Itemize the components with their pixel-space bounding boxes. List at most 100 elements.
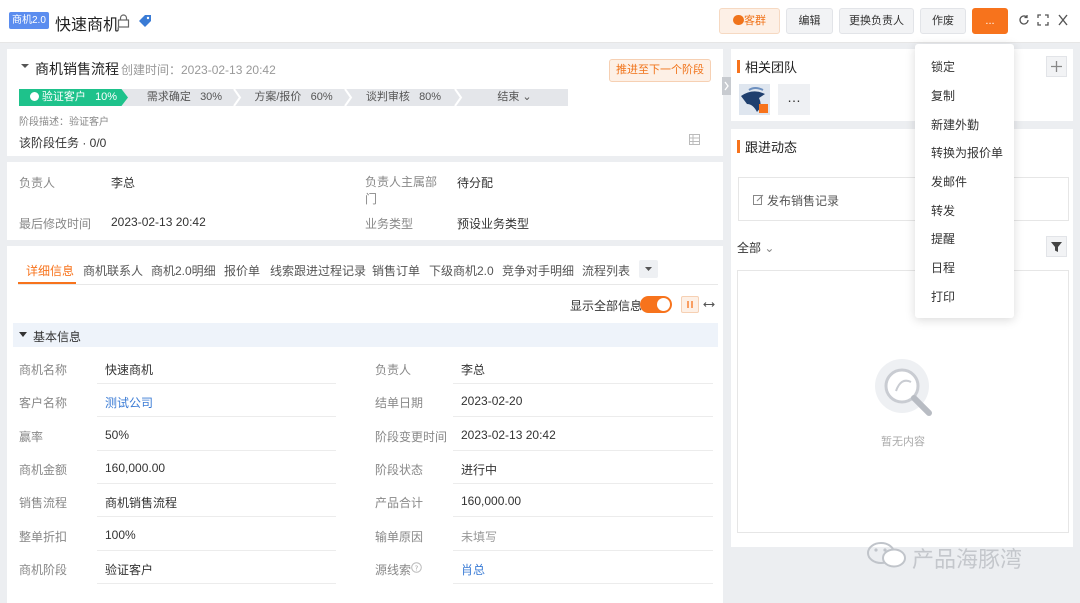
menu-item-lock[interactable]: 锁定 xyxy=(931,58,955,75)
source-lead-link[interactable]: 肖总 xyxy=(461,561,485,578)
collapse-right-icon[interactable] xyxy=(722,77,731,95)
activity-filter[interactable]: 全部 ⌄ xyxy=(737,239,774,256)
caret-down-icon xyxy=(19,332,27,337)
plus-icon xyxy=(1051,61,1062,72)
field-label: 整单折扣 xyxy=(19,530,68,544)
menu-item-copy[interactable]: 复制 xyxy=(931,87,955,104)
field-label: 商机阶段 xyxy=(19,563,68,577)
tab-detail-lines[interactable]: 商机2.0明细 xyxy=(151,262,216,279)
grid-icon[interactable] xyxy=(689,134,700,145)
toggle-knob xyxy=(657,298,670,311)
field-label: 赢率 xyxy=(19,430,44,444)
page-title: 快速商机 xyxy=(55,17,120,34)
menu-item-remind[interactable]: 提醒 xyxy=(931,230,955,247)
menu-item-convert-quote[interactable]: 转换为报价单 xyxy=(931,144,1003,161)
field-label: 商机名称 xyxy=(19,363,68,377)
menu-item-email[interactable]: 发邮件 xyxy=(931,173,967,190)
activity-empty-area: 暂无内容 xyxy=(737,270,1069,533)
avatar[interactable] xyxy=(739,84,770,115)
dept-value: 待分配 xyxy=(457,176,494,190)
biz-type-label: 业务类型 xyxy=(365,217,414,231)
publish-record-box[interactable]: 发布销售记录 xyxy=(738,177,1069,221)
fullscreen-icon[interactable] xyxy=(1037,13,1049,27)
menu-item-schedule[interactable]: 日程 xyxy=(931,259,955,276)
close-icon[interactable] xyxy=(1057,13,1069,27)
publish-label: 发布销售记录 xyxy=(767,194,840,208)
tag-icon[interactable] xyxy=(137,13,153,29)
section-title: 基本信息 xyxy=(33,330,82,344)
stage-verify-customer[interactable]: 验证客户 10% xyxy=(19,89,128,106)
owner-label: 负责人 xyxy=(19,176,56,190)
field-label: 销售流程 xyxy=(19,496,68,510)
field-value: 100% xyxy=(105,528,136,542)
activity-title: 跟进动态 xyxy=(737,137,797,156)
tab-contacts[interactable]: 商机联系人 xyxy=(83,262,143,279)
field-label: 源线索 xyxy=(375,563,412,577)
lock-icon[interactable] xyxy=(117,14,130,28)
tab-process-list[interactable]: 流程列表 xyxy=(582,262,630,279)
wechat-watermark-icon xyxy=(867,542,906,568)
more-members-button[interactable]: … xyxy=(778,84,810,115)
field-label: 产品合计 xyxy=(375,496,424,510)
clock-icon xyxy=(29,92,39,101)
field-value: 160,000.00 xyxy=(105,461,166,475)
field-value: 2023-02-20 xyxy=(461,394,523,408)
filter-button[interactable] xyxy=(1046,236,1067,257)
tab-details[interactable]: 详细信息 xyxy=(26,262,74,279)
biz-type-value: 预设业务类型 xyxy=(457,217,530,231)
tab-quotes[interactable]: 报价单 xyxy=(224,262,260,279)
field-label: 商机金额 xyxy=(19,463,68,477)
stage-task: 该阶段任务 · 0/0 xyxy=(19,136,107,150)
menu-item-print[interactable]: 打印 xyxy=(931,288,955,305)
dept-label: 负责人主属部门 xyxy=(365,175,438,206)
column-layout-button[interactable] xyxy=(681,296,699,313)
tab-sales-orders[interactable]: 销售订单 xyxy=(372,262,420,279)
show-all-toggle[interactable] xyxy=(640,296,672,313)
menu-item-forward[interactable]: 转发 xyxy=(931,202,955,219)
field-label: 阶段变更时间 xyxy=(375,430,448,444)
field-label: 负责人 xyxy=(375,363,412,377)
team-title: 相关团队 xyxy=(737,57,797,76)
caret-down-icon[interactable] xyxy=(20,62,30,70)
field-label: 客户名称 xyxy=(19,396,68,410)
tab-competitors[interactable]: 竞争对手明细 xyxy=(502,262,574,279)
field-value: 进行中 xyxy=(461,463,498,477)
tab-sub-opportunities[interactable]: 下级商机2.0 xyxy=(429,262,494,279)
customer-group-button[interactable]: 客群 xyxy=(719,8,780,34)
modified-value: 2023-02-13 20:42 xyxy=(111,215,206,229)
field-value: 商机销售流程 xyxy=(105,496,178,510)
created-time: 创建时间：2023-02-13 20:42 xyxy=(121,63,276,77)
edit-button[interactable]: 编辑 xyxy=(786,8,833,34)
refresh-icon[interactable] xyxy=(1018,13,1030,27)
chevron-down-icon: ⌄ xyxy=(764,241,775,255)
change-owner-button[interactable]: 更换负责人 xyxy=(839,8,914,34)
tab-divider xyxy=(18,284,718,285)
field-value: 2023-02-13 20:42 xyxy=(461,428,556,442)
field-label: 阶段状态 xyxy=(375,463,424,477)
top-bar: 商机2.0 快速商机 客群 编辑 更换负责人 作废 ... xyxy=(0,0,1080,43)
field-value: 50% xyxy=(105,428,130,442)
section-header[interactable]: 基本信息 xyxy=(13,323,718,347)
more-button[interactable]: ... xyxy=(972,8,1008,34)
advance-stage-button[interactable]: 推进至下一个阶段 xyxy=(609,59,711,82)
menu-item-new-visit[interactable]: 新建外勤 xyxy=(931,116,979,133)
svg-text:?: ? xyxy=(415,564,419,572)
more-tabs-button[interactable] xyxy=(639,260,658,278)
edit-icon xyxy=(753,194,764,205)
show-all-label: 显示全部信息 xyxy=(570,299,643,313)
filter-icon xyxy=(1051,242,1062,252)
expand-width-icon[interactable] xyxy=(703,299,715,310)
modified-label: 最后修改时间 xyxy=(19,217,92,231)
add-member-button[interactable] xyxy=(1046,56,1067,77)
caret-down-icon xyxy=(645,267,652,271)
chat-icon xyxy=(733,15,744,25)
tab-lead-records[interactable]: 线索跟进过程记录 xyxy=(270,262,366,279)
help-icon[interactable]: ? xyxy=(411,562,422,573)
field-value: 李总 xyxy=(461,363,486,377)
customer-link[interactable]: 测试公司 xyxy=(105,394,153,411)
owner-value: 李总 xyxy=(111,176,136,190)
void-button[interactable]: 作废 xyxy=(920,8,966,34)
field-label: 输单原因 xyxy=(375,530,424,544)
columns-icon xyxy=(687,301,693,308)
avatar-image xyxy=(741,87,768,113)
